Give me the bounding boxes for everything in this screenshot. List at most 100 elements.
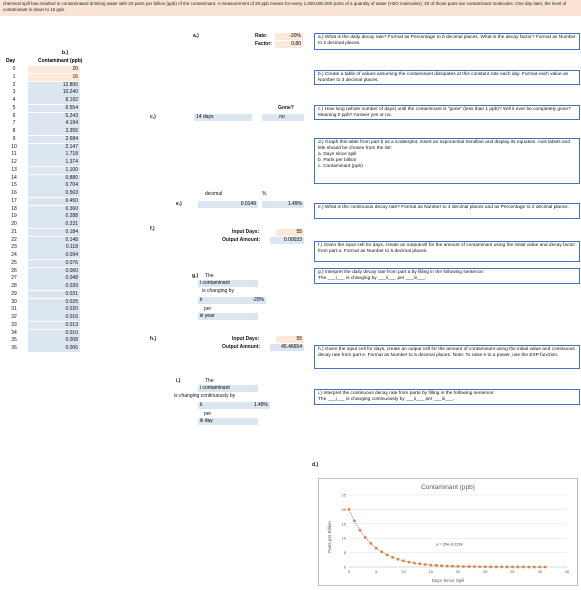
table-value-cell[interactable]: 0.360 [28, 205, 80, 213]
rate-label: Rate: [255, 33, 268, 39]
g-blank-iii[interactable]: iii year [198, 313, 258, 320]
data-point [380, 550, 384, 554]
table-value-cell[interactable]: 0.288 [28, 213, 80, 221]
table-value-cell[interactable]: 4.194 [28, 120, 80, 128]
data-point [445, 564, 449, 568]
g-blank-ii[interactable]: ii -20% [198, 297, 266, 304]
factor-label: Factor: [255, 41, 272, 47]
gone-label: Gone? [278, 105, 294, 111]
x-tick-label: 25 [483, 569, 488, 574]
table-value-cell[interactable]: 0.148 [28, 236, 80, 244]
decimal-label: decimal [205, 191, 223, 197]
table-value-cell[interactable]: 0.016 [28, 314, 80, 322]
percent-label: % [262, 191, 267, 197]
part-c-label: c.) [150, 114, 156, 120]
i-the: The [205, 378, 214, 384]
table-value-cell[interactable]: 2.147 [28, 143, 80, 151]
rate-cell[interactable]: -20% [275, 33, 303, 40]
data-point [391, 555, 394, 559]
part-g-label: g.) [192, 273, 199, 279]
table-value-cell[interactable]: 0.231 [28, 221, 80, 229]
table-day-cell: 14 [11, 174, 17, 181]
x-tick-label: 35 [538, 569, 543, 574]
table-value-cell[interactable]: 6.554 [28, 104, 80, 112]
table-value-cell[interactable]: 16 [28, 73, 80, 81]
data-point [402, 559, 405, 563]
table-value-cell[interactable]: 8.192 [28, 97, 80, 105]
x-tick-label: 40 [565, 569, 570, 574]
worksheet: b.) Day Contaminant (ppb) 0 20 1 16 2 12.800 3… [0, 16, 581, 586]
table-value-cell[interactable]: 0.060 [28, 267, 80, 275]
table-day-cell: 16 [11, 190, 17, 196]
table-value-cell[interactable]: 0.076 [28, 259, 80, 267]
data-point [538, 565, 542, 569]
table-value-cell[interactable]: 0.008 [28, 337, 80, 345]
table-value-cell[interactable]: 1.374 [28, 159, 80, 167]
chart-svg: Contaminant (ppb) Parts per Billion Days… [327, 484, 570, 583]
table-value-cell[interactable]: 0.010 [28, 329, 80, 337]
table-value-cell[interactable]: 0.184 [28, 228, 80, 236]
table-value-cell[interactable]: 20 [28, 66, 80, 74]
day-header: Day [6, 58, 16, 64]
table-value-cell[interactable]: 0.025 [28, 298, 80, 306]
data-point [483, 565, 487, 569]
table-value-cell[interactable]: 2.684 [28, 135, 80, 143]
table-value-cell[interactable]: 0.031 [28, 290, 80, 298]
table-value-cell[interactable]: 0.563 [28, 190, 80, 198]
scatter-chart[interactable]: Contaminant (ppb) Parts per Billion Days… [318, 478, 578, 586]
table-value-cell[interactable]: 0.880 [28, 174, 80, 182]
x-tick-label: 20 [456, 569, 461, 574]
table-value-cell[interactable]: 3.355 [28, 128, 80, 136]
f-input-days-cell[interactable]: 55 [276, 229, 304, 236]
table-value-cell[interactable]: 0.020 [28, 306, 80, 314]
data-point [489, 565, 493, 569]
table-value-cell[interactable]: 1.718 [28, 151, 80, 159]
i-rate-value: 1.49% [253, 402, 268, 408]
table-value-cell[interactable]: 0.704 [28, 182, 80, 190]
data-point [369, 542, 373, 545]
factor-cell[interactable]: 0.80 [275, 41, 303, 48]
decimal-cell[interactable]: 0.0149 [198, 201, 258, 208]
data-point [418, 562, 422, 566]
i-blank-iii[interactable]: iii day [198, 418, 258, 425]
days-gone-value: 14 [196, 114, 202, 120]
table-value-cell[interactable]: 0.006 [28, 345, 80, 353]
table-value-cell[interactable]: 0.450 [28, 197, 80, 205]
table-value-cell[interactable]: 0.048 [28, 275, 80, 283]
gone-cell[interactable]: no [262, 114, 304, 121]
i-blank-i[interactable]: i contaminant [198, 385, 258, 392]
x-tick-label: 10 [401, 569, 406, 574]
table-day-cell: 3 [12, 89, 16, 96]
h-input-days-cell[interactable]: 55 [276, 336, 304, 343]
data-point [374, 546, 378, 550]
table-value-cell[interactable]: 10.240 [28, 89, 80, 97]
data-point [467, 565, 471, 568]
table-value-cell[interactable]: 12.800 [28, 81, 80, 89]
data-point [434, 563, 438, 567]
i-blank-ii[interactable]: ii 1.49% [198, 402, 270, 409]
data-point [407, 560, 411, 564]
y-tick-label: 25 [342, 493, 347, 498]
table-value-cell[interactable]: 5.243 [28, 112, 80, 120]
table-value-cell[interactable]: 1.100 [28, 166, 80, 174]
percent-cell[interactable]: 1.49% [262, 201, 304, 208]
question-c: c.) How long (whole number of days) unti… [314, 105, 580, 120]
table-value-cell[interactable]: 0.094 [28, 252, 80, 260]
g-blank-i[interactable]: i contaminant [198, 280, 258, 287]
part-a-label: a.) [193, 33, 199, 39]
h-output-cell[interactable]: 45.46654 [270, 344, 304, 351]
f-input-days-label: Input Days: [232, 229, 260, 235]
table-day-cell: 6 [12, 112, 16, 119]
table-day-cell: 30 [11, 298, 17, 305]
table-value-cell[interactable]: 0.118 [28, 244, 80, 252]
table-day-cell: 0 [12, 66, 16, 72]
f-output-cell[interactable]: 0.00033 [270, 237, 304, 244]
data-point [423, 563, 427, 566]
days-gone-cell[interactable]: 14 days [194, 114, 252, 121]
part-e-label: e.) [176, 201, 182, 207]
data-point [478, 565, 482, 569]
data-point [385, 553, 389, 557]
table-value-cell[interactable]: 0.013 [28, 321, 80, 329]
question-a: a.) What is the daily decay rate? Format… [314, 33, 580, 50]
table-value-cell[interactable]: 0.039 [28, 283, 80, 291]
